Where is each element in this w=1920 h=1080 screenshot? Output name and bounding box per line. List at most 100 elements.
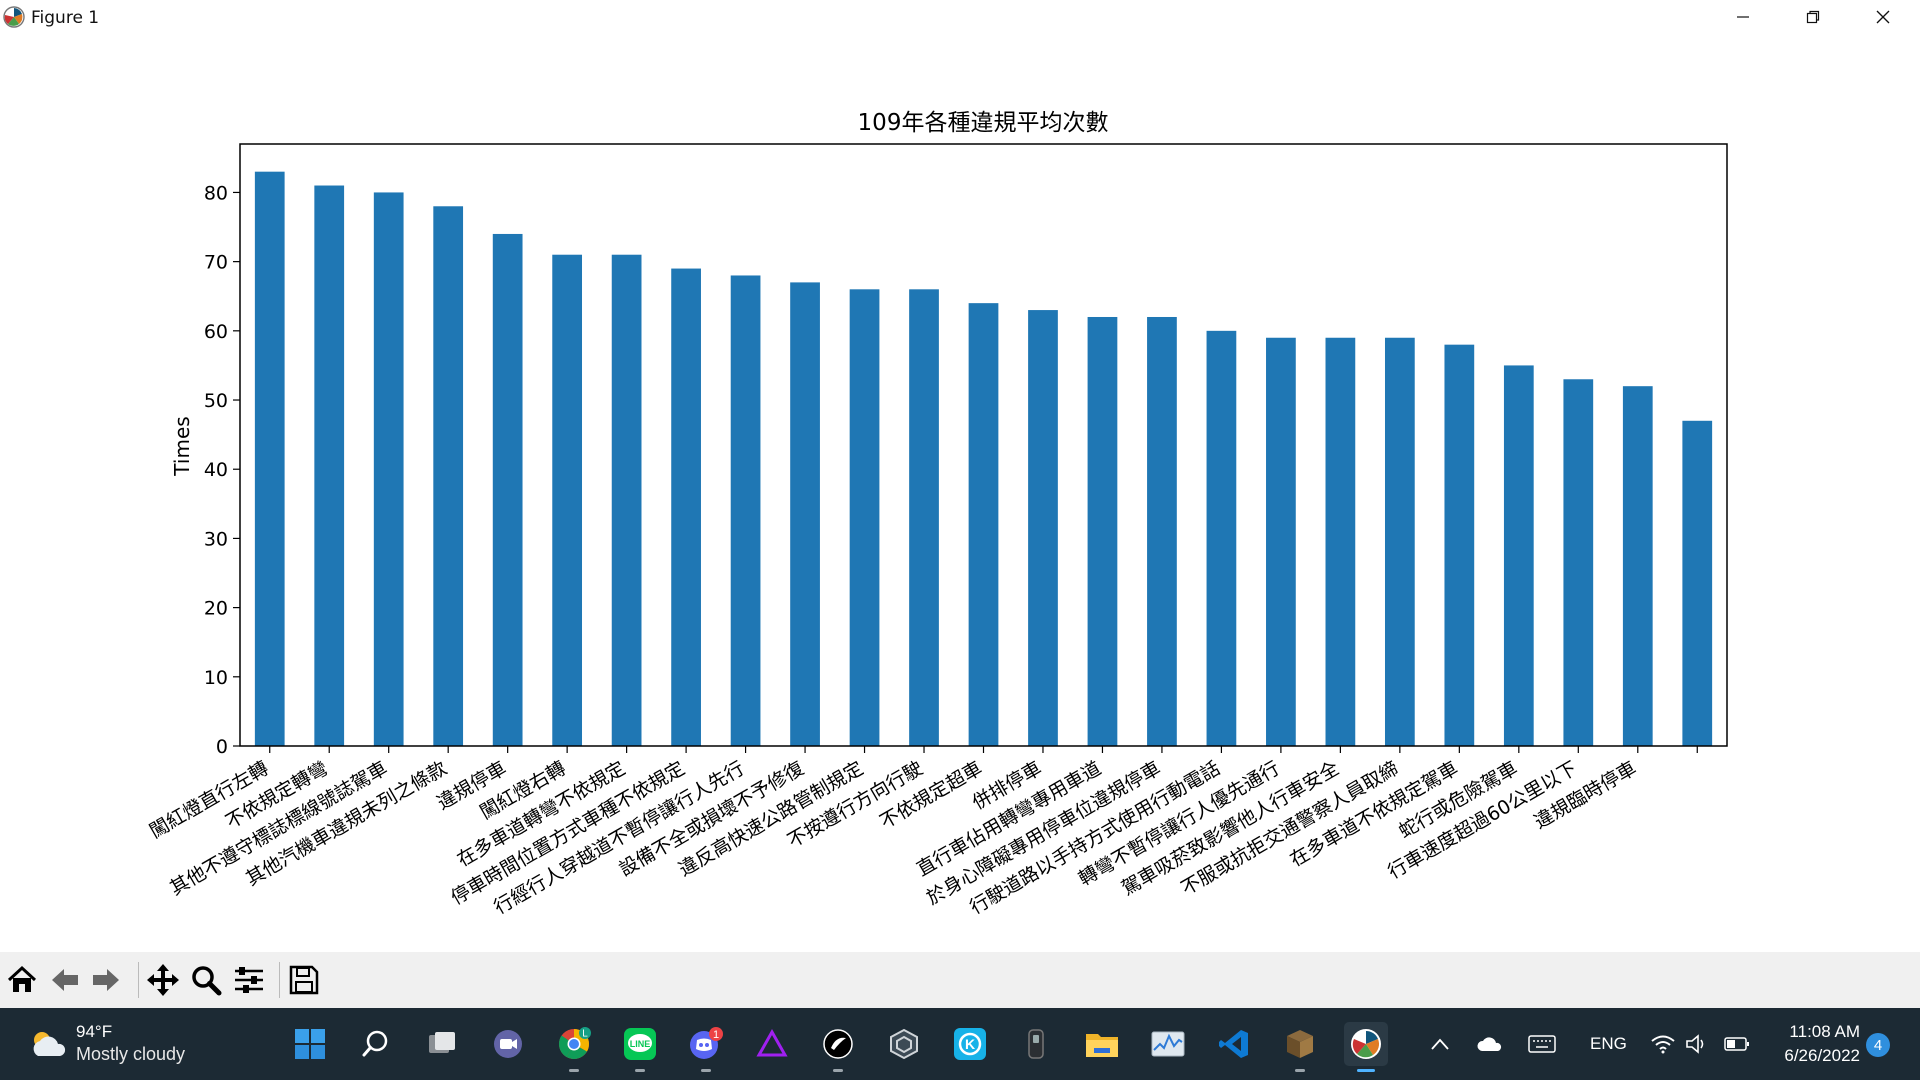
chrome-button[interactable]: L [552, 1022, 596, 1072]
navigation-toolbar [0, 952, 1920, 1008]
unity-icon [890, 1028, 918, 1060]
battery-button[interactable] [1718, 1022, 1756, 1066]
start-button[interactable] [288, 1022, 332, 1066]
forward-icon [93, 969, 119, 991]
figure-canvas[interactable]: 109年各種違規平均次數 Times 0 10 20 30 40 50 60 70 80 闖紅燈… [0, 36, 1920, 952]
running-indicator [701, 1069, 711, 1072]
volume-button[interactable] [1678, 1022, 1716, 1066]
bar [1087, 316, 1118, 746]
task-view-icon [429, 1032, 455, 1053]
chrome-icon: L [558, 1027, 591, 1060]
bars-group [254, 171, 1713, 747]
matplotlib-figure-button[interactable] [1344, 1022, 1388, 1072]
pan-button[interactable] [143, 960, 183, 1000]
bar [552, 254, 583, 746]
restore-button[interactable] [1778, 0, 1848, 34]
teams-chat-button[interactable] [486, 1022, 530, 1066]
title-bar: Figure 1 [0, 0, 1920, 36]
input-language-indicator[interactable]: ENG [1590, 1034, 1627, 1054]
weather-widget[interactable]: 94°F Mostly cloudy [28, 1022, 228, 1068]
matplotlib-figure-icon [1351, 1029, 1381, 1059]
y-axis-label: Times [170, 416, 194, 476]
bar [1444, 344, 1475, 746]
resource-monitor-button[interactable] [1146, 1022, 1190, 1066]
affinity-button[interactable] [750, 1022, 794, 1066]
weather-temperature: 94°F [76, 1022, 113, 1041]
forward-button[interactable] [86, 960, 126, 1000]
y-tick-label: 50 [204, 390, 228, 412]
wifi-icon [1651, 1035, 1675, 1054]
running-indicator [833, 1069, 843, 1072]
configure-subplots-icon [235, 967, 263, 993]
configure-subplots-button[interactable] [229, 960, 269, 1000]
discord-badge: 1 [713, 1029, 719, 1041]
minecraft-icon [1287, 1030, 1313, 1058]
bar [968, 303, 999, 746]
toolbar-separator [138, 962, 139, 998]
clock-time[interactable]: 11:08 AM [1770, 1022, 1860, 1042]
notification-center-badge[interactable]: 4 [1866, 1033, 1890, 1057]
y-tick-label: 20 [204, 598, 228, 620]
search-button[interactable] [354, 1022, 398, 1066]
affinity-icon [756, 1028, 788, 1057]
windows-start-icon [295, 1029, 325, 1059]
restore-icon [1806, 10, 1820, 24]
save-button[interactable] [284, 960, 324, 1000]
svg-text:K: K [965, 1036, 975, 1052]
chrome-profile-badge: L [582, 1029, 588, 1040]
touch-keyboard-button[interactable] [1522, 1022, 1562, 1066]
chevron-up-icon [1431, 1038, 1449, 1050]
zoom-button[interactable] [186, 960, 226, 1000]
bar [611, 254, 642, 746]
y-tick-label: 40 [204, 459, 228, 481]
obs-button[interactable] [1014, 1022, 1058, 1066]
resource-monitor-icon [1151, 1031, 1185, 1057]
y-tick-label: 70 [204, 252, 228, 274]
bar [1325, 337, 1356, 746]
y-tick-label: 30 [204, 528, 228, 550]
close-icon [1876, 10, 1890, 24]
discord-icon: 1 [690, 1027, 723, 1059]
discord-button[interactable]: 1 [684, 1022, 728, 1072]
inkscape-button[interactable] [816, 1022, 860, 1072]
chart-title: 109年各種違規平均次數 [858, 110, 1109, 136]
wifi-button[interactable] [1644, 1022, 1682, 1066]
taskbar: 94°F Mostly cloudy L LINE 1 K ENG 11:08 … [0, 1008, 1920, 1080]
close-button[interactable] [1848, 0, 1918, 34]
home-button[interactable] [2, 960, 42, 1000]
clock-date[interactable]: 6/26/2022 [1760, 1046, 1860, 1066]
onedrive-button[interactable] [1470, 1022, 1510, 1066]
running-indicator [635, 1069, 645, 1072]
minecraft-button[interactable] [1278, 1022, 1322, 1072]
minimize-button[interactable] [1708, 0, 1778, 34]
file-explorer-button[interactable] [1080, 1022, 1124, 1066]
back-button[interactable] [45, 960, 85, 1000]
matplotlib-logo-icon [3, 6, 25, 28]
unity-button[interactable] [882, 1022, 926, 1066]
cloud-icon [1477, 1037, 1502, 1051]
bar [1682, 420, 1713, 746]
bar-chart: 109年各種違規平均次數 Times 0 10 20 30 40 50 60 70 80 闖紅燈… [146, 110, 1728, 919]
task-view-button[interactable] [420, 1022, 464, 1066]
vscode-button[interactable] [1212, 1022, 1256, 1066]
y-tick-label: 10 [204, 667, 228, 689]
running-indicator [1295, 1069, 1305, 1072]
bar [1503, 365, 1534, 746]
obs-icon [1028, 1029, 1044, 1059]
kodi-icon: K [954, 1028, 986, 1060]
bar [730, 275, 761, 746]
bar [1384, 337, 1415, 746]
line-icon: LINE [624, 1028, 656, 1060]
bar [492, 233, 523, 746]
bar [1147, 316, 1177, 746]
zoom-icon [192, 966, 222, 996]
x-axis: 闖紅燈直行左轉不依規定轉彎其他不遵守標誌標線號誌駕車其他汽機車違規未列之條款違規… [146, 746, 1698, 919]
y-axis: 0 10 20 30 40 50 60 70 80 [204, 182, 240, 758]
save-icon [289, 965, 319, 995]
minimize-icon [1737, 16, 1749, 18]
window-title: Figure 1 [31, 8, 100, 28]
pan-icon [147, 964, 179, 996]
line-button[interactable]: LINE [618, 1022, 662, 1072]
kodi-button[interactable]: K [948, 1022, 992, 1066]
show-hidden-icons-button[interactable] [1420, 1022, 1460, 1066]
